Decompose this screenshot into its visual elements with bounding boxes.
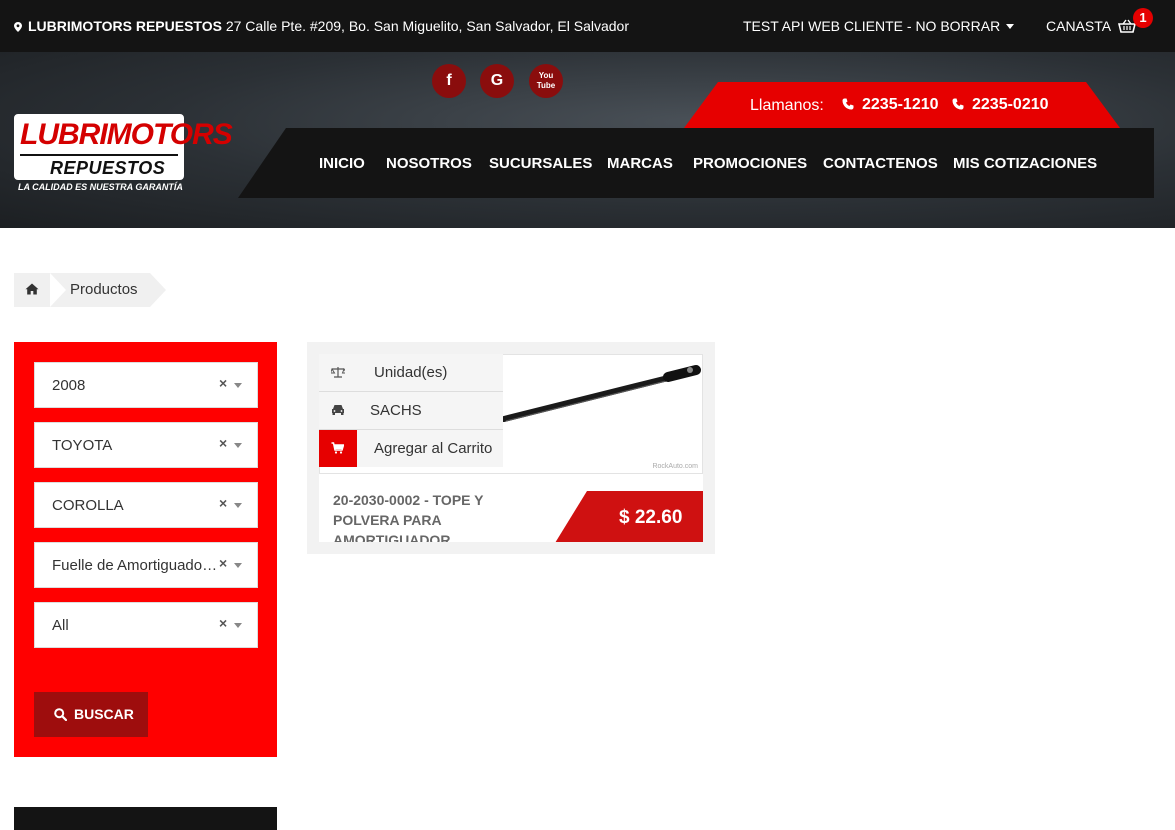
model-select[interactable]: COROLLA × [34, 482, 258, 528]
phone-2-text: 2235-0210 [972, 96, 1049, 113]
home-icon [25, 283, 39, 295]
google-button[interactable]: G [480, 64, 514, 98]
product-price: $ 22.60 [619, 507, 683, 528]
caret-down-icon [1006, 24, 1015, 29]
address-text: 27 Calle Pte. #209, Bo. San Miguelito, S… [225, 18, 629, 34]
product-info: 20-2030-0002 - TOPE Y POLVERA PARA AMORT… [319, 474, 703, 542]
phone-icon [952, 98, 964, 110]
brand-select[interactable]: TOYOTA × [34, 422, 258, 468]
site-logo[interactable]: LUBRIMOTORS REPUESTOS LA CALIDAD ES NUES… [14, 114, 233, 198]
search-icon [54, 708, 67, 721]
unit-text: Unidad(es) [374, 364, 448, 381]
site-header: f G You Tube Llamanos: 2235-1210 2235-02… [0, 52, 1175, 228]
shopping-cart-icon [331, 442, 344, 454]
store-address: LUBRIMOTORS REPUESTOS 27 Calle Pte. #209… [14, 18, 629, 34]
brand-option: SACHS [319, 392, 503, 430]
breadcrumb-current: Productos [50, 273, 166, 307]
dropdown-arrow-icon [234, 563, 242, 568]
map-marker-icon [14, 22, 22, 32]
breadcrumb-current-label: Productos [70, 281, 138, 298]
product-title[interactable]: 20-2030-0002 - TOPE Y POLVERA PARA AMORT… [333, 490, 529, 542]
cart-count-badge: 1 [1133, 8, 1153, 28]
dropdown-arrow-icon [234, 383, 242, 388]
nav-nosotros[interactable]: NOSOTROS [386, 155, 472, 172]
balance-scale-icon [331, 367, 345, 378]
unit-icon-box [319, 354, 357, 391]
clear-icon[interactable]: × [219, 435, 227, 451]
cart-label: CANASTA [1046, 18, 1111, 34]
logo-box: LUBRIMOTORS REPUESTOS [14, 114, 233, 180]
store-name: LUBRIMOTORS REPUESTOS [28, 18, 222, 34]
clear-icon[interactable]: × [219, 375, 227, 391]
clear-icon[interactable]: × [219, 615, 227, 631]
logo-tagline: LA CALIDAD ES NUESTRA GARANTÍA [18, 182, 183, 192]
image-watermark: RockAuto.com [652, 463, 698, 470]
brand-value: TOYOTA [52, 437, 113, 454]
phone-1[interactable]: 2235-1210 [842, 96, 939, 114]
main-nav: INICIO NOSOTROS SUCURSALES MARCAS PROMOC… [238, 128, 1154, 198]
logo-line2: REPUESTOS [50, 158, 166, 178]
car-icon [332, 405, 344, 415]
user-name: TEST API WEB CLIENTE - NO BORRAR [743, 18, 1001, 34]
add-to-cart-text: Agregar al Carrito [374, 440, 493, 457]
add-to-cart-option[interactable]: Agregar al Carrito [319, 430, 503, 467]
phone-1-text: 2235-1210 [862, 96, 939, 113]
dropdown-arrow-icon [234, 503, 242, 508]
brand-icon-box [319, 392, 357, 429]
user-menu[interactable]: TEST API WEB CLIENTE - NO BORRAR [743, 18, 1015, 34]
subcategory-select[interactable]: All × [34, 602, 258, 648]
subcategory-value: All [52, 617, 69, 634]
logo-line2-wrap: REPUESTOS [20, 154, 178, 178]
search-button-label: BUSCAR [74, 706, 134, 722]
nav-mis-cotizaciones[interactable]: MIS COTIZACIONES [953, 155, 1097, 172]
facebook-button[interactable]: f [432, 64, 466, 98]
price-tag: $ 22.60 [555, 491, 703, 542]
youtube-button[interactable]: You Tube [529, 64, 563, 98]
phone-bar: Llamanos: 2235-1210 2235-0210 [684, 82, 1120, 128]
nav-sucursales[interactable]: SUCURSALES [489, 155, 592, 172]
unit-option: Unidad(es) [319, 354, 503, 392]
clear-icon[interactable]: × [219, 555, 227, 571]
category-value: Fuelle de Amortiguador de Gas [52, 557, 220, 574]
product-card: RockAuto.com Unidad(es) SACHS Agregar al… [307, 342, 715, 554]
brand-text: SACHS [370, 402, 422, 419]
sidebar-dark-panel [14, 807, 277, 830]
top-bar: LUBRIMOTORS REPUESTOS 27 Calle Pte. #209… [0, 0, 1175, 52]
call-label: Llamanos: [750, 97, 824, 114]
year-value: 2008 [52, 377, 86, 394]
logo-line1: LUBRIMOTORS [20, 118, 233, 151]
filter-panel: 2008 × TOYOTA × COROLLA × Fuelle de Amor… [14, 342, 277, 757]
cart-icon-box [319, 430, 357, 467]
breadcrumb-home[interactable] [14, 273, 50, 307]
nav-contactenos[interactable]: CONTACTENOS [823, 155, 938, 172]
nav-marcas[interactable]: MARCAS [607, 155, 673, 172]
phone-2[interactable]: 2235-0210 [952, 96, 1049, 114]
phone-icon [842, 98, 854, 110]
dropdown-arrow-icon [234, 443, 242, 448]
category-select[interactable]: Fuelle de Amortiguador de Gas × [34, 542, 258, 588]
clear-icon[interactable]: × [219, 495, 227, 511]
nav-inicio[interactable]: INICIO [319, 155, 365, 172]
model-value: COROLLA [52, 497, 124, 514]
year-select[interactable]: 2008 × [34, 362, 258, 408]
search-button[interactable]: BUSCAR [34, 692, 148, 737]
nav-promociones[interactable]: PROMOCIONES [693, 155, 807, 172]
cart-link[interactable]: CANASTA [1046, 18, 1137, 34]
dropdown-arrow-icon [234, 623, 242, 628]
